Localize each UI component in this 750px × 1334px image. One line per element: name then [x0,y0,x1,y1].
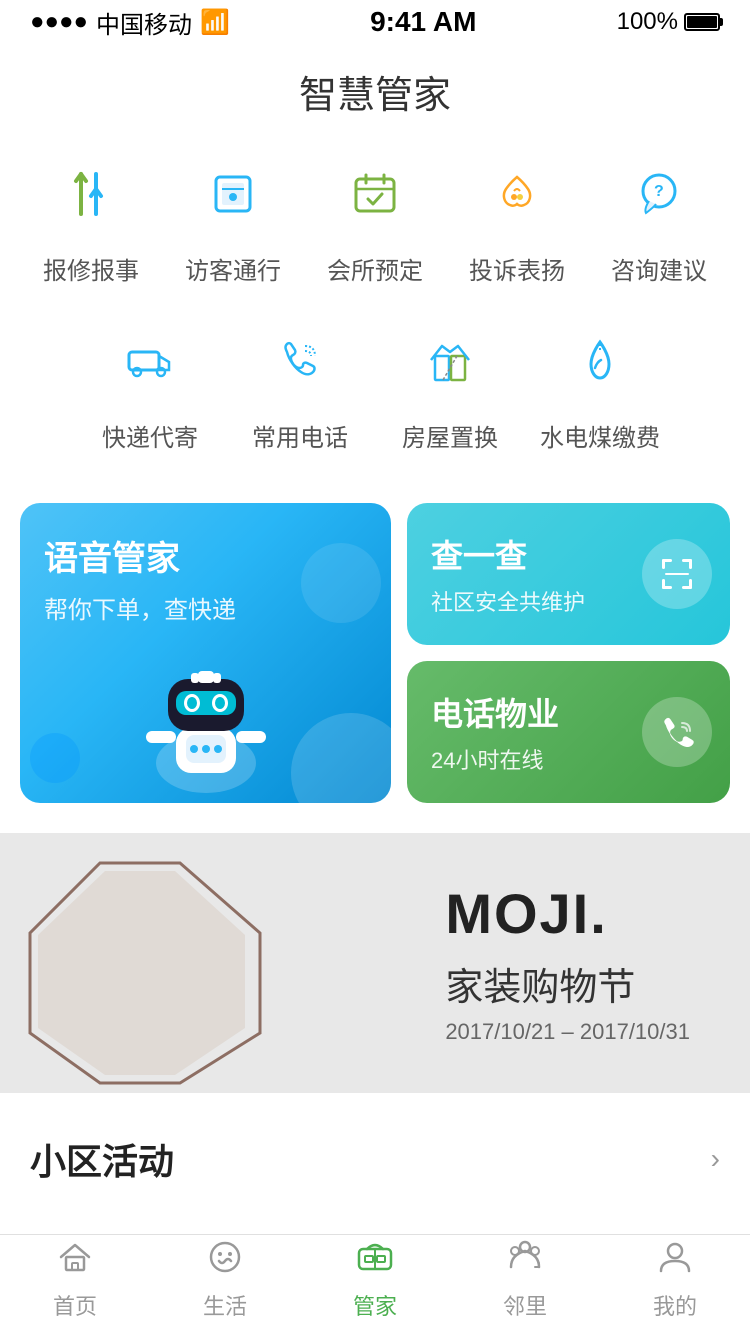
complaint-label: 投诉表扬 [469,251,565,286]
utility-icon [555,316,645,406]
search-card[interactable]: 查一查 社区安全共维护 [407,503,730,645]
visitor-icon [188,149,278,239]
nav-home-label: 首页 [53,1289,97,1321]
express-label: 快递代寄 [102,418,198,453]
banner-title: 家装购物节 [445,956,690,1011]
activities-title: 小区活动 [30,1133,174,1185]
page-title: 智慧管家 [0,44,750,149]
phone-label: 常用电话 [252,418,348,453]
banner-date: 2017/10/21 – 2017/10/31 [445,1019,690,1045]
activities-section[interactable]: 小区活动 › [0,1103,750,1195]
consult-label: 咨询建议 [611,251,707,286]
icon-row-2: 快递代寄 常用电话 房屋置换 [20,316,730,453]
nav-butler[interactable]: 管家 [353,1239,397,1321]
icon-complaint[interactable]: 投诉表扬 [457,149,577,286]
feature-right: 查一查 社区安全共维护 电话物业 24小时在线 [407,503,730,803]
carrier-label: 中国移动 [96,5,192,40]
voice-butler-card[interactable]: 语音管家 帮你下单，查快递 [20,503,391,803]
repair-label: 报修报事 [43,251,139,286]
icon-club[interactable]: 会所预定 [315,149,435,286]
battery-icon [684,13,720,31]
express-icon [105,316,195,406]
consult-icon: ? [614,149,704,239]
icon-express[interactable]: 快递代寄 [90,316,210,453]
neighbor-nav-icon [507,1239,543,1285]
nav-life-label: 生活 [203,1289,247,1321]
phone-service-icon [642,697,712,767]
scan-icon [642,539,712,609]
icon-repair[interactable]: 报修报事 [31,149,151,286]
icon-consult[interactable]: ? 咨询建议 [599,149,719,286]
nav-home[interactable]: 首页 [53,1239,97,1321]
phone-service-card[interactable]: 电话物业 24小时在线 [407,661,730,803]
battery-percent: 100% [617,8,678,36]
status-time: 9:41 AM [370,6,476,38]
decorative-blob-1 [291,713,391,803]
visitor-label: 访客通行 [185,251,281,286]
house-icon [405,316,495,406]
club-icon [330,149,420,239]
banner[interactable]: MOJI. 家装购物节 2017/10/21 – 2017/10/31 [0,833,750,1093]
icon-phone[interactable]: 常用电话 [240,316,360,453]
status-carrier: ●●●● 中国移动 📶 [30,5,230,40]
complaint-icon [472,149,562,239]
bottom-nav: 首页 生活 管家 [0,1234,750,1334]
club-label: 会所预定 [327,251,423,286]
banner-shape [20,853,300,1093]
home-nav-icon [57,1239,93,1285]
icon-visitor[interactable]: 访客通行 [173,149,293,286]
icon-house[interactable]: 房屋置换 [390,316,510,453]
nav-neighbor[interactable]: 邻里 [503,1239,547,1321]
repair-icon [46,149,136,239]
feature-section: 语音管家 帮你下单，查快递 [0,503,750,823]
banner-text: MOJI. 家装购物节 2017/10/21 – 2017/10/31 [445,881,690,1045]
banner-brand: MOJI. [445,881,690,946]
house-label: 房屋置换 [402,418,498,453]
mine-nav-icon [657,1239,693,1285]
nav-mine-label: 我的 [653,1289,697,1321]
nav-mine[interactable]: 我的 [653,1239,697,1321]
icon-row-1: 报修报事 访客通行 [20,149,730,286]
icon-utility[interactable]: 水电煤缴费 [540,316,660,453]
nav-butler-label: 管家 [353,1289,397,1321]
svg-text:?: ? [654,183,664,200]
phone-icon [255,316,345,406]
status-battery: 100% [617,8,720,36]
life-nav-icon [207,1239,243,1285]
robot-illustration [126,643,286,803]
activities-arrow: › [711,1143,720,1175]
nav-neighbor-label: 邻里 [503,1289,547,1321]
decorative-blob-3 [30,733,80,783]
icon-grid: 报修报事 访客通行 [0,149,750,503]
nav-life[interactable]: 生活 [203,1239,247,1321]
utility-label: 水电煤缴费 [540,418,660,453]
decorative-blob-2 [301,543,381,623]
butler-nav-icon [355,1239,395,1285]
status-bar: ●●●● 中国移动 📶 9:41 AM 100% [0,0,750,44]
